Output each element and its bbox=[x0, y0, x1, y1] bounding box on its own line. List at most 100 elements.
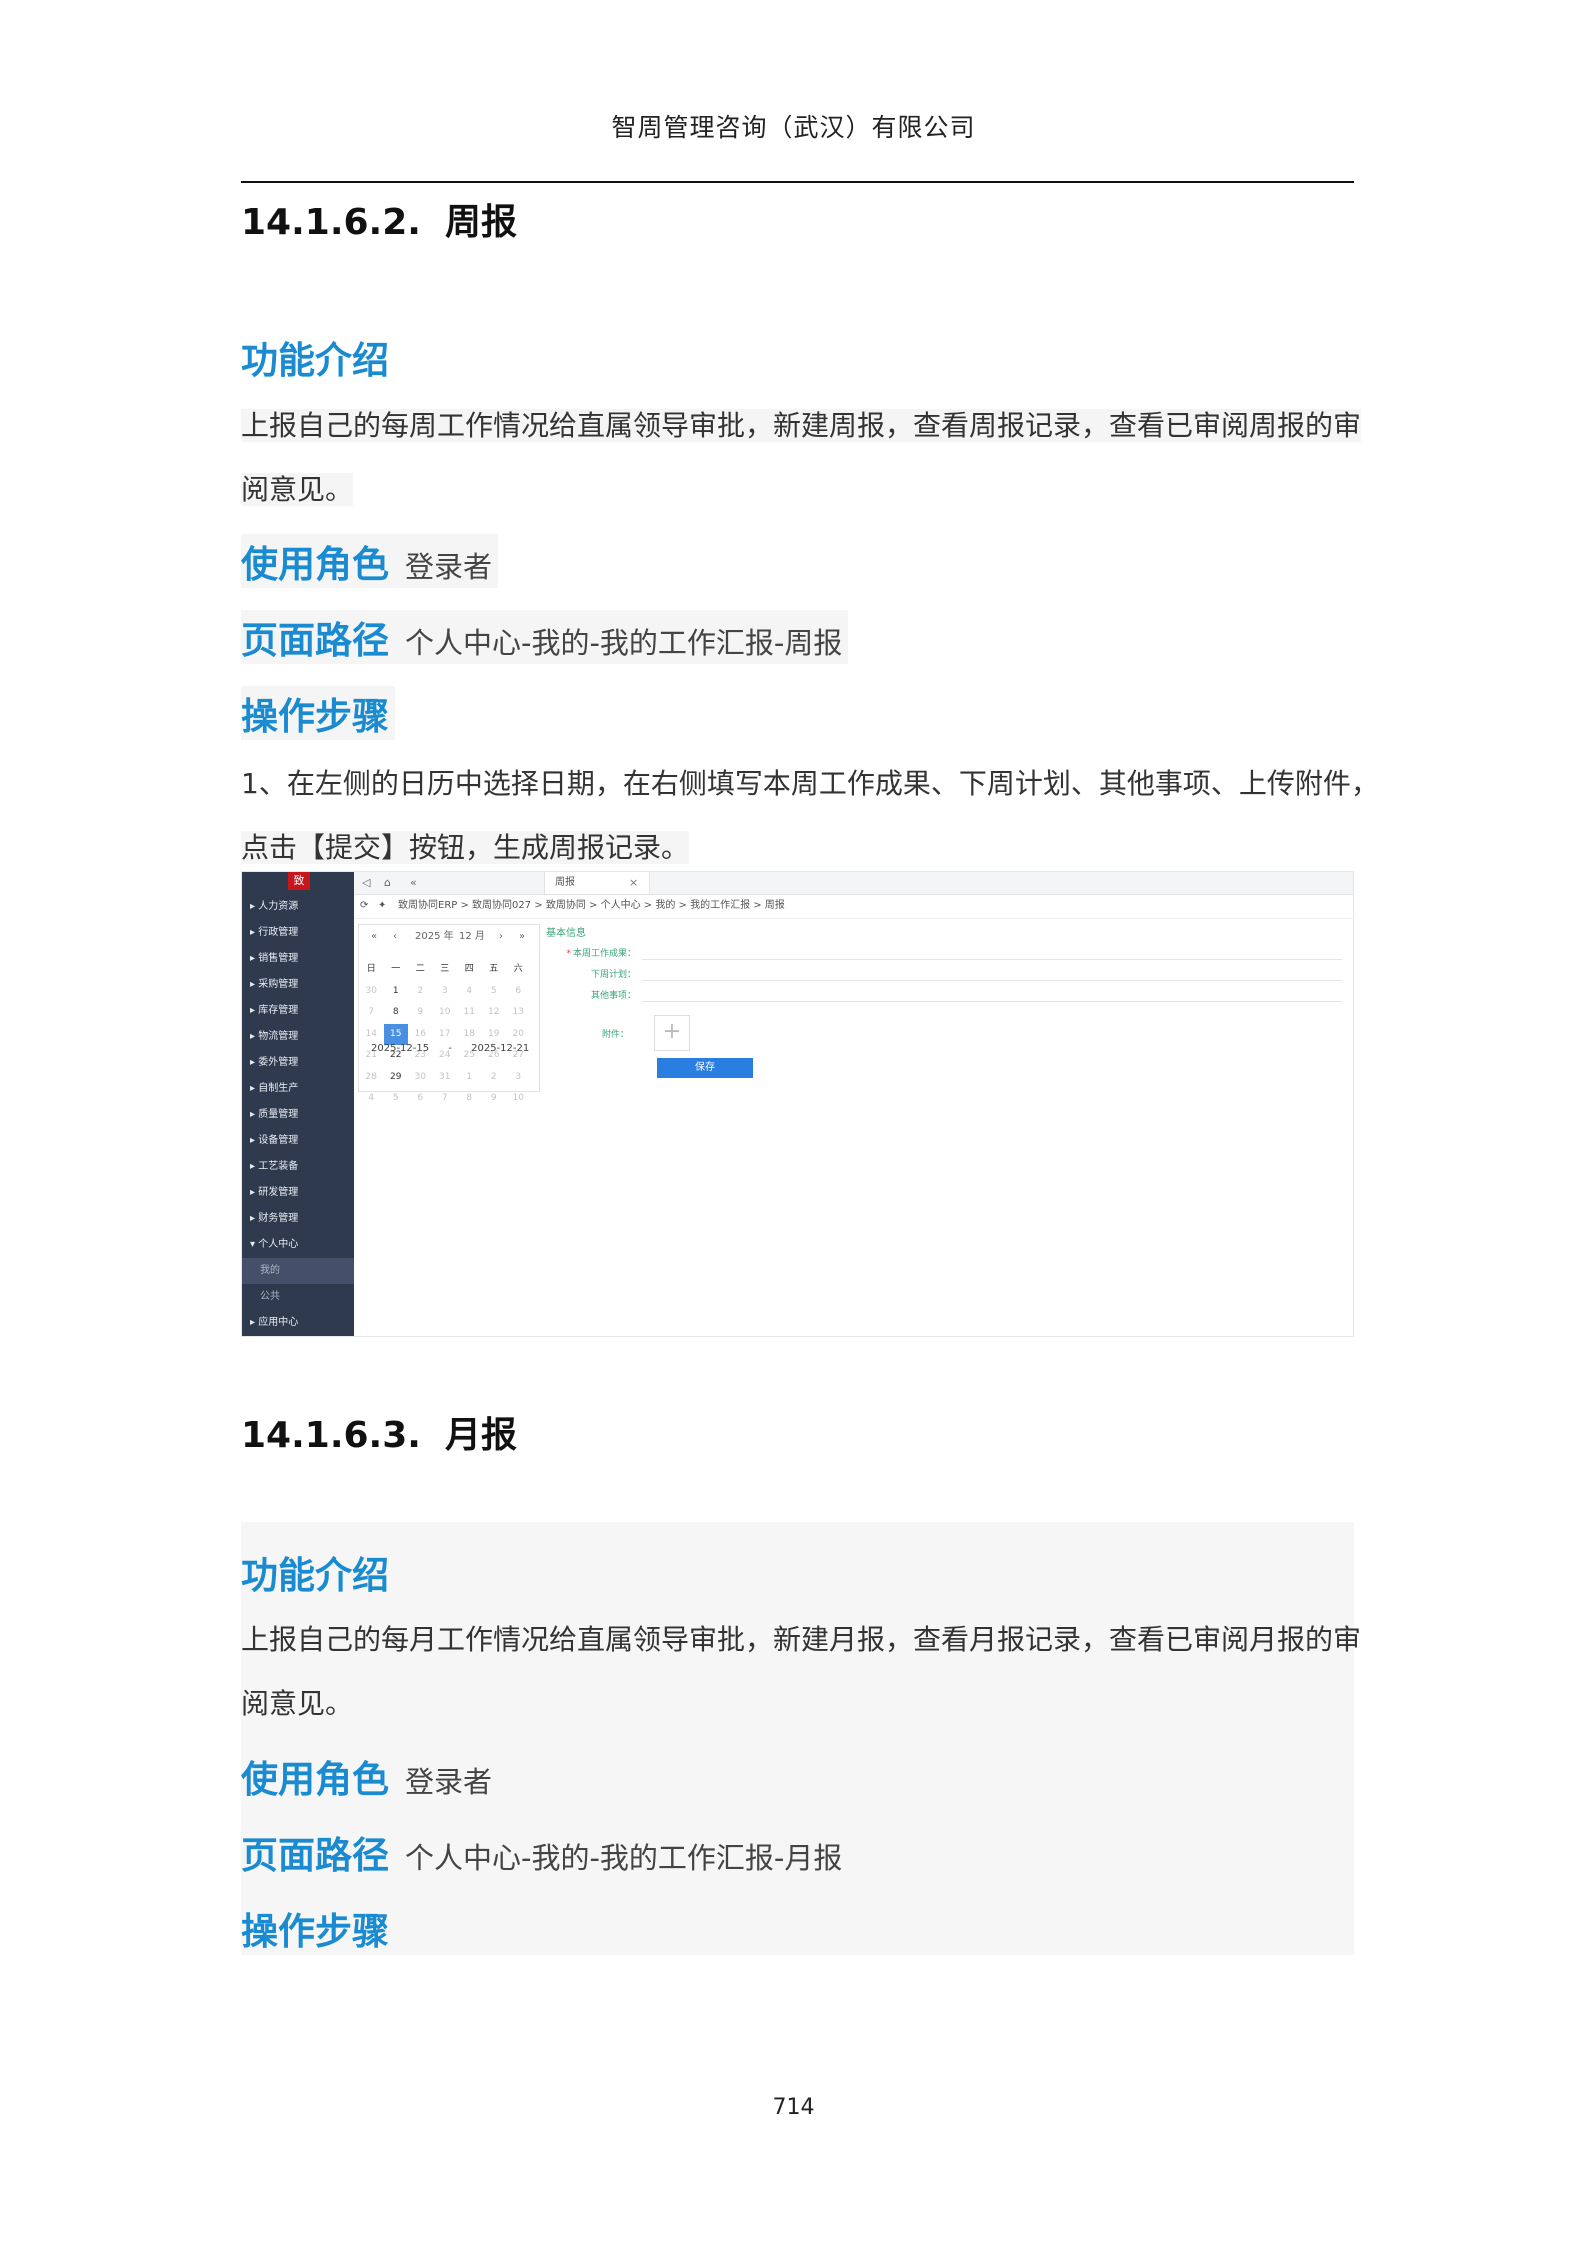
section-title-monthly: 14.1.6.3. 月报 bbox=[241, 1415, 517, 1456]
sidebar-item[interactable]: ▸ 设备管理 bbox=[242, 1128, 354, 1154]
calendar-day-selected[interactable]: 15 bbox=[383, 1023, 408, 1045]
prev-month-icon[interactable]: ‹ bbox=[393, 925, 397, 949]
role-row: 使用角色 登录者 bbox=[241, 534, 499, 588]
calendar-day[interactable]: 8 bbox=[384, 1002, 409, 1024]
calendar-day[interactable]: 2 bbox=[408, 981, 433, 1003]
sidebar-item[interactable]: ▸ 委外管理 bbox=[242, 1050, 354, 1076]
calendar-year[interactable]: 2025 年 bbox=[415, 925, 454, 949]
page-number: 714 bbox=[772, 2095, 815, 2120]
section-title-weekly: 14.1.6.2. 周报 bbox=[241, 193, 517, 245]
path-label: 页面路径 bbox=[241, 619, 389, 662]
next-year-icon[interactable]: » bbox=[519, 925, 525, 949]
calendar-month[interactable]: 12 月 bbox=[459, 925, 485, 949]
upload-button[interactable]: + bbox=[654, 1015, 690, 1051]
role-label: 使用角色 bbox=[241, 543, 389, 586]
sidebar-item[interactable]: ▸ 库存管理 bbox=[242, 998, 354, 1024]
calendar-day[interactable]: 13 bbox=[506, 1002, 531, 1024]
calendar-day[interactable]: 4 bbox=[457, 981, 482, 1003]
role-value: 登录者 bbox=[405, 550, 493, 584]
attachment-label: 附件： bbox=[602, 1030, 630, 1040]
sidebar-item[interactable]: ▸ 财务管理 bbox=[242, 1206, 354, 1232]
monthly-panel bbox=[241, 1522, 1354, 1955]
steps-label: 操作步骤 bbox=[241, 686, 395, 740]
sidebar-item[interactable]: ▸ 销售管理 bbox=[242, 946, 354, 972]
calendar-day[interactable]: 10 bbox=[506, 1088, 531, 1110]
calendar-day[interactable]: 9 bbox=[408, 1002, 433, 1024]
prev-year-icon[interactable]: « bbox=[371, 925, 377, 949]
calendar-day[interactable]: 6 bbox=[506, 981, 531, 1003]
field-work-results[interactable]: * 本周工作成果： bbox=[546, 946, 1342, 960]
sidebar-item-personal-center[interactable]: ▾ 个人中心 bbox=[242, 1232, 354, 1258]
calendar-day[interactable]: 1 bbox=[457, 1067, 482, 1089]
save-button[interactable]: 保存 bbox=[657, 1058, 753, 1078]
calendar-day[interactable]: 2 bbox=[482, 1067, 507, 1089]
close-icon[interactable]: × bbox=[629, 874, 638, 892]
sidebar-item[interactable]: ▸ 自制生产 bbox=[242, 1076, 354, 1102]
breadcrumb: ⟳ ✦ 致周协同ERP > 致周协同027 > 致周协同 > 个人中心 > 我的… bbox=[354, 894, 1353, 919]
section-number: 14.1.6.2. bbox=[241, 202, 421, 243]
calendar-day[interactable]: 6 bbox=[408, 1088, 433, 1110]
calendar-day[interactable]: 30 bbox=[359, 981, 384, 1003]
tab-prev-icon[interactable]: ◁ bbox=[362, 874, 370, 892]
home-icon[interactable]: ⌂ bbox=[384, 874, 391, 892]
calendar-day[interactable]: 16 bbox=[408, 1024, 433, 1046]
calendar-day[interactable]: 9 bbox=[482, 1088, 507, 1110]
field-next-week-plan[interactable]: 下周计划： bbox=[546, 967, 1342, 981]
refresh-icon[interactable]: ⟳ bbox=[360, 894, 368, 918]
intro-label: 功能介绍 bbox=[241, 339, 389, 382]
calendar-day[interactable]: 3 bbox=[506, 1067, 531, 1089]
calendar-day[interactable]: 4 bbox=[359, 1088, 384, 1110]
app-sidebar: 致 ▸ 人力资源 ▸ 行政管理 ▸ 销售管理 ▸ 采购管理 ▸ 库存管理 ▸ 物… bbox=[242, 872, 354, 1336]
calendar-day[interactable]: 17 bbox=[433, 1024, 458, 1046]
calendar-day[interactable]: 30 bbox=[408, 1067, 433, 1089]
calendar-weekday: 二 bbox=[415, 964, 425, 974]
steps-label: 操作步骤 bbox=[241, 1910, 389, 1953]
calendar-weekday: 三 bbox=[440, 964, 450, 974]
app-logo: 致 bbox=[288, 872, 310, 890]
intro-text-line1: 上报自己的每周工作情况给直属领导审批，新建周报，查看周报记录，查看已审阅周报的审 bbox=[241, 409, 1362, 442]
calendar-day[interactable]: 28 bbox=[359, 1067, 384, 1089]
path-value: 个人中心-我的-我的工作汇报-周报 bbox=[405, 626, 843, 660]
calendar-weekday: 四 bbox=[464, 964, 474, 974]
calendar-day[interactable]: 19 bbox=[482, 1024, 507, 1046]
role-row: 使用角色 登录者 bbox=[241, 1758, 493, 1801]
sidebar-item[interactable]: ▸ 研发管理 bbox=[242, 1180, 354, 1206]
calendar-day[interactable]: 11 bbox=[457, 1002, 482, 1024]
sidebar-item[interactable]: ▸ 行政管理 bbox=[242, 920, 354, 946]
calendar-day[interactable]: 3 bbox=[433, 981, 458, 1003]
double-left-icon[interactable]: « bbox=[410, 874, 417, 892]
calendar-day[interactable]: 29 bbox=[384, 1067, 409, 1089]
calendar-day[interactable]: 10 bbox=[433, 1002, 458, 1024]
sidebar-subitem-public[interactable]: 公共 bbox=[242, 1284, 354, 1310]
intro-text-line1: 上报自己的每月工作情况给直属领导审批，新建月报，查看月报记录，查看已审阅月报的审 bbox=[241, 1623, 1362, 1656]
range-start: 2025-12-15 bbox=[371, 1043, 430, 1054]
sidebar-item[interactable]: ▸ 工艺装备 bbox=[242, 1154, 354, 1180]
calendar-day[interactable]: 31 bbox=[433, 1067, 458, 1089]
calendar-day[interactable]: 5 bbox=[482, 981, 507, 1003]
calendar-day[interactable]: 8 bbox=[457, 1088, 482, 1110]
sidebar-subitem-mine[interactable]: 我的 bbox=[242, 1258, 354, 1284]
page-header: 智周管理咨询（武汉）有限公司 bbox=[611, 113, 976, 142]
calendar-weekday: 日 bbox=[366, 964, 376, 974]
sidebar-item[interactable]: ▸ 采购管理 bbox=[242, 972, 354, 998]
calendar-day[interactable]: 18 bbox=[457, 1024, 482, 1046]
field-other-items[interactable]: 其他事项： bbox=[546, 988, 1342, 1002]
section-name: 周报 bbox=[444, 202, 517, 243]
sidebar-item-app-center[interactable]: ▸ 应用中心 bbox=[242, 1310, 354, 1336]
calendar-day[interactable]: 12 bbox=[482, 1002, 507, 1024]
step-text-line1: 1、在左侧的日历中选择日期，在右侧填写本周工作成果、下周计划、其他事项、上传附件… bbox=[241, 767, 1379, 800]
calendar-day[interactable]: 1 bbox=[384, 981, 409, 1003]
calendar-day[interactable]: 7 bbox=[359, 1002, 384, 1024]
next-month-icon[interactable]: › bbox=[499, 925, 503, 949]
sidebar-item[interactable]: ▸ 质量管理 bbox=[242, 1102, 354, 1128]
sidebar-item[interactable]: ▸ 物流管理 bbox=[242, 1024, 354, 1050]
calendar-week-row: 14 15 16 17 18 19 20 bbox=[359, 1023, 539, 1046]
calendar-day[interactable]: 7 bbox=[433, 1088, 458, 1110]
calendar-weekday: 五 bbox=[489, 964, 499, 974]
pin-icon[interactable]: ✦ bbox=[378, 894, 386, 918]
calendar-day[interactable]: 14 bbox=[359, 1024, 384, 1046]
sidebar-item[interactable]: ▸ 人力资源 bbox=[242, 894, 354, 920]
calendar-day[interactable]: 20 bbox=[506, 1024, 531, 1046]
tab-weekly[interactable]: 周报 × bbox=[544, 872, 650, 894]
calendar-day[interactable]: 5 bbox=[384, 1088, 409, 1110]
